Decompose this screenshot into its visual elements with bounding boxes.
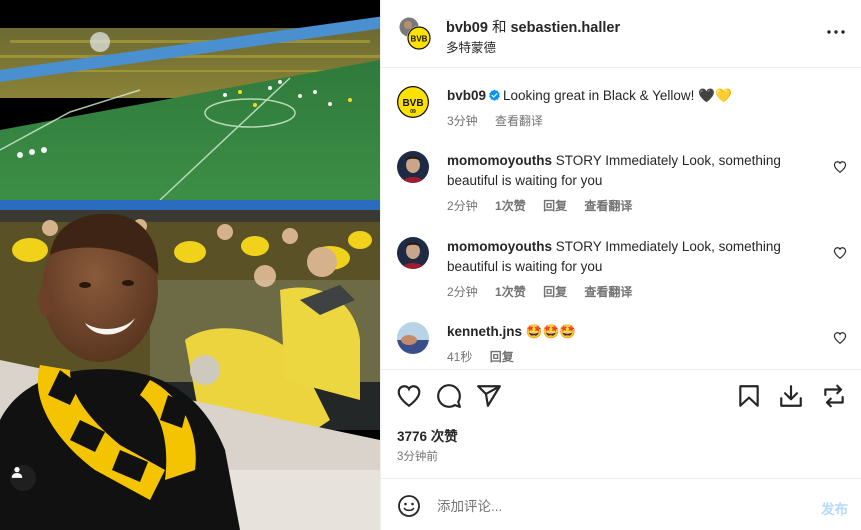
authors-conjunction: 和: [491, 20, 507, 36]
svg-text:BVB: BVB: [402, 98, 423, 109]
likes-count[interactable]: 3776 次赞: [397, 425, 458, 445]
comment-body: kenneth.jns 🤩🤩🤩: [447, 322, 807, 342]
comment-translate-link[interactable]: 查看翻译: [584, 285, 632, 299]
comment-time: 2分钟: [447, 285, 478, 299]
caption-username[interactable]: bvb09: [447, 88, 486, 103]
post-header: BVB bvb09 和 sebastien.haller 多特蒙德: [381, 0, 861, 68]
post-authors: bvb09 和 sebastien.haller: [446, 16, 620, 37]
user-tag-icon: [11, 467, 23, 478]
commenter-avatar[interactable]: [397, 322, 429, 354]
svg-text:BVB: BVB: [411, 35, 428, 44]
post-action-bar: [381, 369, 861, 421]
reply-button[interactable]: 回复: [543, 199, 567, 213]
caption-meta: 3分钟 查看翻译: [447, 112, 557, 129]
collab-avatars[interactable]: BVB: [397, 16, 433, 52]
comment-username[interactable]: momomoyouths: [447, 239, 552, 254]
verified-badge-icon: [489, 89, 500, 101]
caption-text: Looking great in Black & Yellow! 🖤💛: [503, 88, 732, 103]
comment-meta: 2分钟 1次赞 回复 查看翻译: [447, 197, 646, 214]
share-icon[interactable]: [476, 383, 502, 409]
comment-translate-link[interactable]: 查看翻译: [584, 199, 632, 213]
emoji-icon[interactable]: [397, 494, 421, 518]
comment-meta: 2分钟 1次赞 回复 查看翻译: [447, 283, 646, 300]
reply-button[interactable]: 回复: [490, 350, 514, 364]
comment-likes[interactable]: 1次赞: [495, 285, 526, 299]
comment-input[interactable]: [437, 493, 797, 519]
commenter-avatar[interactable]: [397, 151, 429, 183]
comment-time: 41秒: [447, 350, 473, 364]
caption-body: bvb09 Looking great in Black & Yellow! 🖤…: [447, 86, 807, 106]
commenter-avatar[interactable]: [397, 237, 429, 269]
more-options-button[interactable]: [826, 22, 846, 42]
post-comment-button[interactable]: 发布: [821, 498, 848, 518]
post-viewer: BVB bvb09 和 sebastien.haller 多特蒙德 BVB 09…: [0, 0, 861, 530]
caption-translate-link[interactable]: 查看翻译: [495, 114, 543, 128]
reply-button[interactable]: 回复: [543, 285, 567, 299]
more-options-icon: [827, 30, 845, 34]
comment-username[interactable]: momomoyouths: [447, 153, 552, 168]
comments-list[interactable]: BVB 09 bvb09 Looking great in Black & Ye…: [381, 69, 861, 369]
comment-body: momomoyouths STORY Immediately Look, som…: [447, 237, 807, 277]
comment-username[interactable]: kenneth.jns: [447, 324, 522, 339]
comment-time: 2分钟: [447, 199, 478, 213]
account-link-bvb09[interactable]: bvb09: [446, 20, 488, 36]
heart-icon[interactable]: [833, 160, 847, 174]
bvb-avatar[interactable]: BVB 09: [397, 86, 429, 118]
comment-row: kenneth.jns 🤩🤩🤩 41秒 回复: [397, 322, 847, 366]
comment-body: momomoyouths STORY Immediately Look, som…: [447, 151, 807, 191]
comment-text: 🤩🤩🤩: [525, 324, 577, 339]
caption-row: BVB 09 bvb09 Looking great in Black & Ye…: [397, 86, 847, 146]
comment-likes[interactable]: 1次赞: [495, 199, 526, 213]
post-details-panel: BVB bvb09 和 sebastien.haller 多特蒙德 BVB 09…: [380, 0, 861, 530]
stadium-selfie-image: [0, 0, 380, 530]
account-link-haller[interactable]: sebastien.haller: [510, 20, 620, 36]
svg-text:09: 09: [410, 109, 416, 115]
like-heart-icon[interactable]: [396, 383, 422, 409]
comment-row: momomoyouths STORY Immediately Look, som…: [397, 237, 847, 307]
user-tag-button[interactable]: [10, 465, 36, 491]
comment-row: momomoyouths STORY Immediately Look, som…: [397, 151, 847, 221]
post-timestamp: 3分钟前: [397, 451, 438, 463]
comment-icon[interactable]: [436, 383, 462, 409]
heart-icon[interactable]: [833, 246, 847, 260]
download-icon[interactable]: [778, 383, 804, 409]
comment-composer: 发布: [381, 478, 861, 530]
repost-icon[interactable]: [821, 383, 847, 409]
post-photo[interactable]: [0, 0, 380, 530]
comment-meta: 41秒 回复: [447, 348, 528, 365]
heart-icon[interactable]: [833, 331, 847, 345]
location-link[interactable]: 多特蒙德: [446, 37, 496, 56]
caption-time: 3分钟: [447, 114, 478, 128]
bookmark-icon[interactable]: [736, 383, 762, 409]
